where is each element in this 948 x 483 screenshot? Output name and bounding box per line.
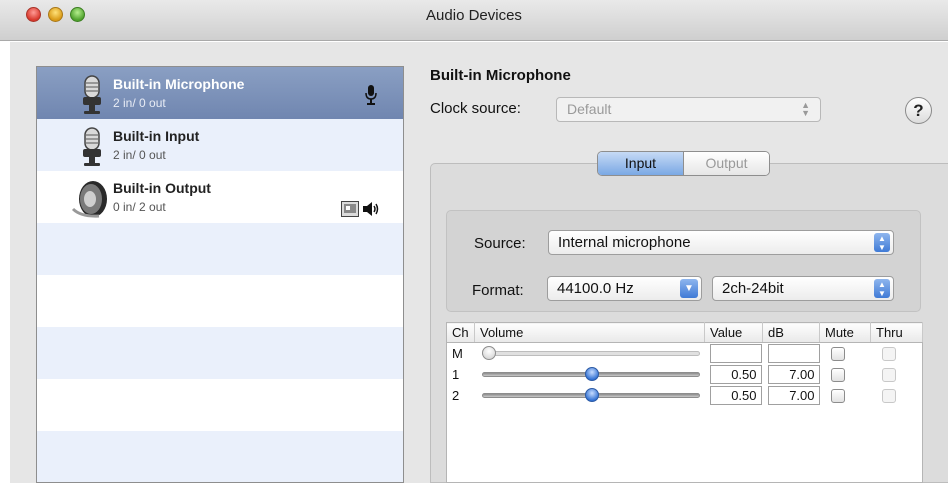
channel-table: Ch Volume Value dB Mute Thru M 1 0.50 7.… — [446, 322, 923, 483]
table-filler — [447, 406, 923, 483]
column-header-ch: Ch — [446, 322, 475, 343]
column-header-thru: Thru — [870, 322, 923, 343]
empty-row — [37, 431, 403, 482]
sample-rate-value: 44100.0 Hz — [557, 280, 634, 297]
thru-checkbox[interactable] — [881, 347, 896, 362]
channel-row-master: M — [447, 343, 923, 364]
empty-row — [37, 379, 403, 431]
volume-icon — [363, 202, 379, 216]
channel-row-2: 2 0.50 7.00 — [447, 385, 923, 406]
device-io: 2 in/ 0 out — [113, 148, 166, 162]
source-select[interactable]: Internal microphone ▲ ▼ — [548, 230, 894, 255]
bit-format-value: 2ch-24bit — [722, 280, 784, 297]
clock-source-select[interactable]: Default ▲ ▼ — [556, 97, 821, 122]
column-header-volume: Volume — [474, 322, 705, 343]
device-row-built-in-microphone[interactable]: Built-in Microphone 2 in/ 0 out — [37, 67, 403, 119]
microphone-icon — [83, 127, 101, 166]
column-header-mute: Mute — [819, 322, 871, 343]
title-bar: Audio Devices — [0, 0, 948, 41]
device-io: 0 in/ 2 out — [113, 200, 166, 214]
tab-output[interactable]: Output — [684, 152, 769, 175]
source-value: Internal microphone — [558, 234, 691, 251]
db-field[interactable]: 7.00 — [767, 364, 820, 384]
value-field[interactable] — [709, 343, 762, 363]
stepper-arrows-icon: ▲ ▼ — [874, 279, 890, 298]
clock-source-value: Default — [567, 101, 612, 117]
tab-switcher: Input Output — [597, 151, 770, 176]
slider-knob[interactable] — [584, 367, 599, 381]
channel-id: 1 — [452, 366, 460, 382]
column-header-value: Value — [704, 322, 763, 343]
channel-row-1: 1 0.50 7.00 — [447, 364, 923, 385]
device-row-built-in-input[interactable]: Built-in Input 2 in/ 0 out — [37, 119, 403, 171]
device-row-built-in-output[interactable]: Built-in Output 0 in/ 2 out — [37, 171, 403, 223]
empty-row — [37, 327, 403, 379]
volume-slider[interactable] — [480, 386, 700, 404]
tab-input[interactable]: Input — [598, 152, 684, 175]
source-label: Source: — [474, 235, 526, 252]
thru-checkbox[interactable] — [881, 367, 896, 382]
slider-knob[interactable] — [481, 346, 496, 361]
mute-checkbox[interactable] — [830, 388, 845, 403]
bit-format-select[interactable]: 2ch-24bit ▲ ▼ — [712, 276, 894, 301]
format-label: Format: — [472, 282, 524, 299]
microphone-small-icon — [365, 85, 377, 105]
window-title: Audio Devices — [426, 7, 522, 24]
device-io: 2 in/ 0 out — [113, 96, 166, 110]
stepper-arrows-icon: ▲ ▼ — [801, 100, 810, 118]
volume-slider[interactable] — [480, 344, 700, 362]
sample-rate-select[interactable]: 44100.0 Hz ▼ — [547, 276, 702, 301]
channel-id: 2 — [452, 387, 460, 403]
chevron-down-icon: ▼ — [680, 279, 698, 298]
mute-checkbox[interactable] — [830, 367, 845, 382]
empty-row — [37, 275, 403, 327]
empty-row — [37, 223, 403, 275]
slider-knob[interactable] — [584, 388, 599, 402]
mute-checkbox[interactable] — [830, 347, 845, 362]
value-field[interactable]: 0.50 — [709, 385, 762, 405]
help-button[interactable]: ? — [905, 97, 932, 124]
device-name: Built-in Microphone — [113, 76, 245, 92]
device-list[interactable]: Built-in Microphone 2 in/ 0 out Built-in… — [36, 66, 404, 483]
device-name: Built-in Output — [113, 180, 211, 196]
channel-id: M — [452, 345, 463, 361]
column-header-db: dB — [762, 322, 820, 343]
device-heading: Built-in Microphone — [430, 67, 571, 84]
clock-source-label: Clock source: — [430, 100, 521, 117]
stepper-arrows-icon: ▲ ▼ — [874, 233, 890, 252]
db-field[interactable] — [767, 343, 820, 363]
speaker-icon — [71, 181, 107, 218]
window-edge — [0, 42, 10, 483]
volume-slider[interactable] — [480, 365, 700, 383]
microphone-icon — [83, 75, 101, 114]
thru-checkbox[interactable] — [881, 388, 896, 403]
finder-icon — [341, 201, 359, 217]
device-name: Built-in Input — [113, 128, 200, 144]
value-field[interactable]: 0.50 — [709, 364, 762, 384]
db-field[interactable]: 7.00 — [767, 385, 820, 405]
